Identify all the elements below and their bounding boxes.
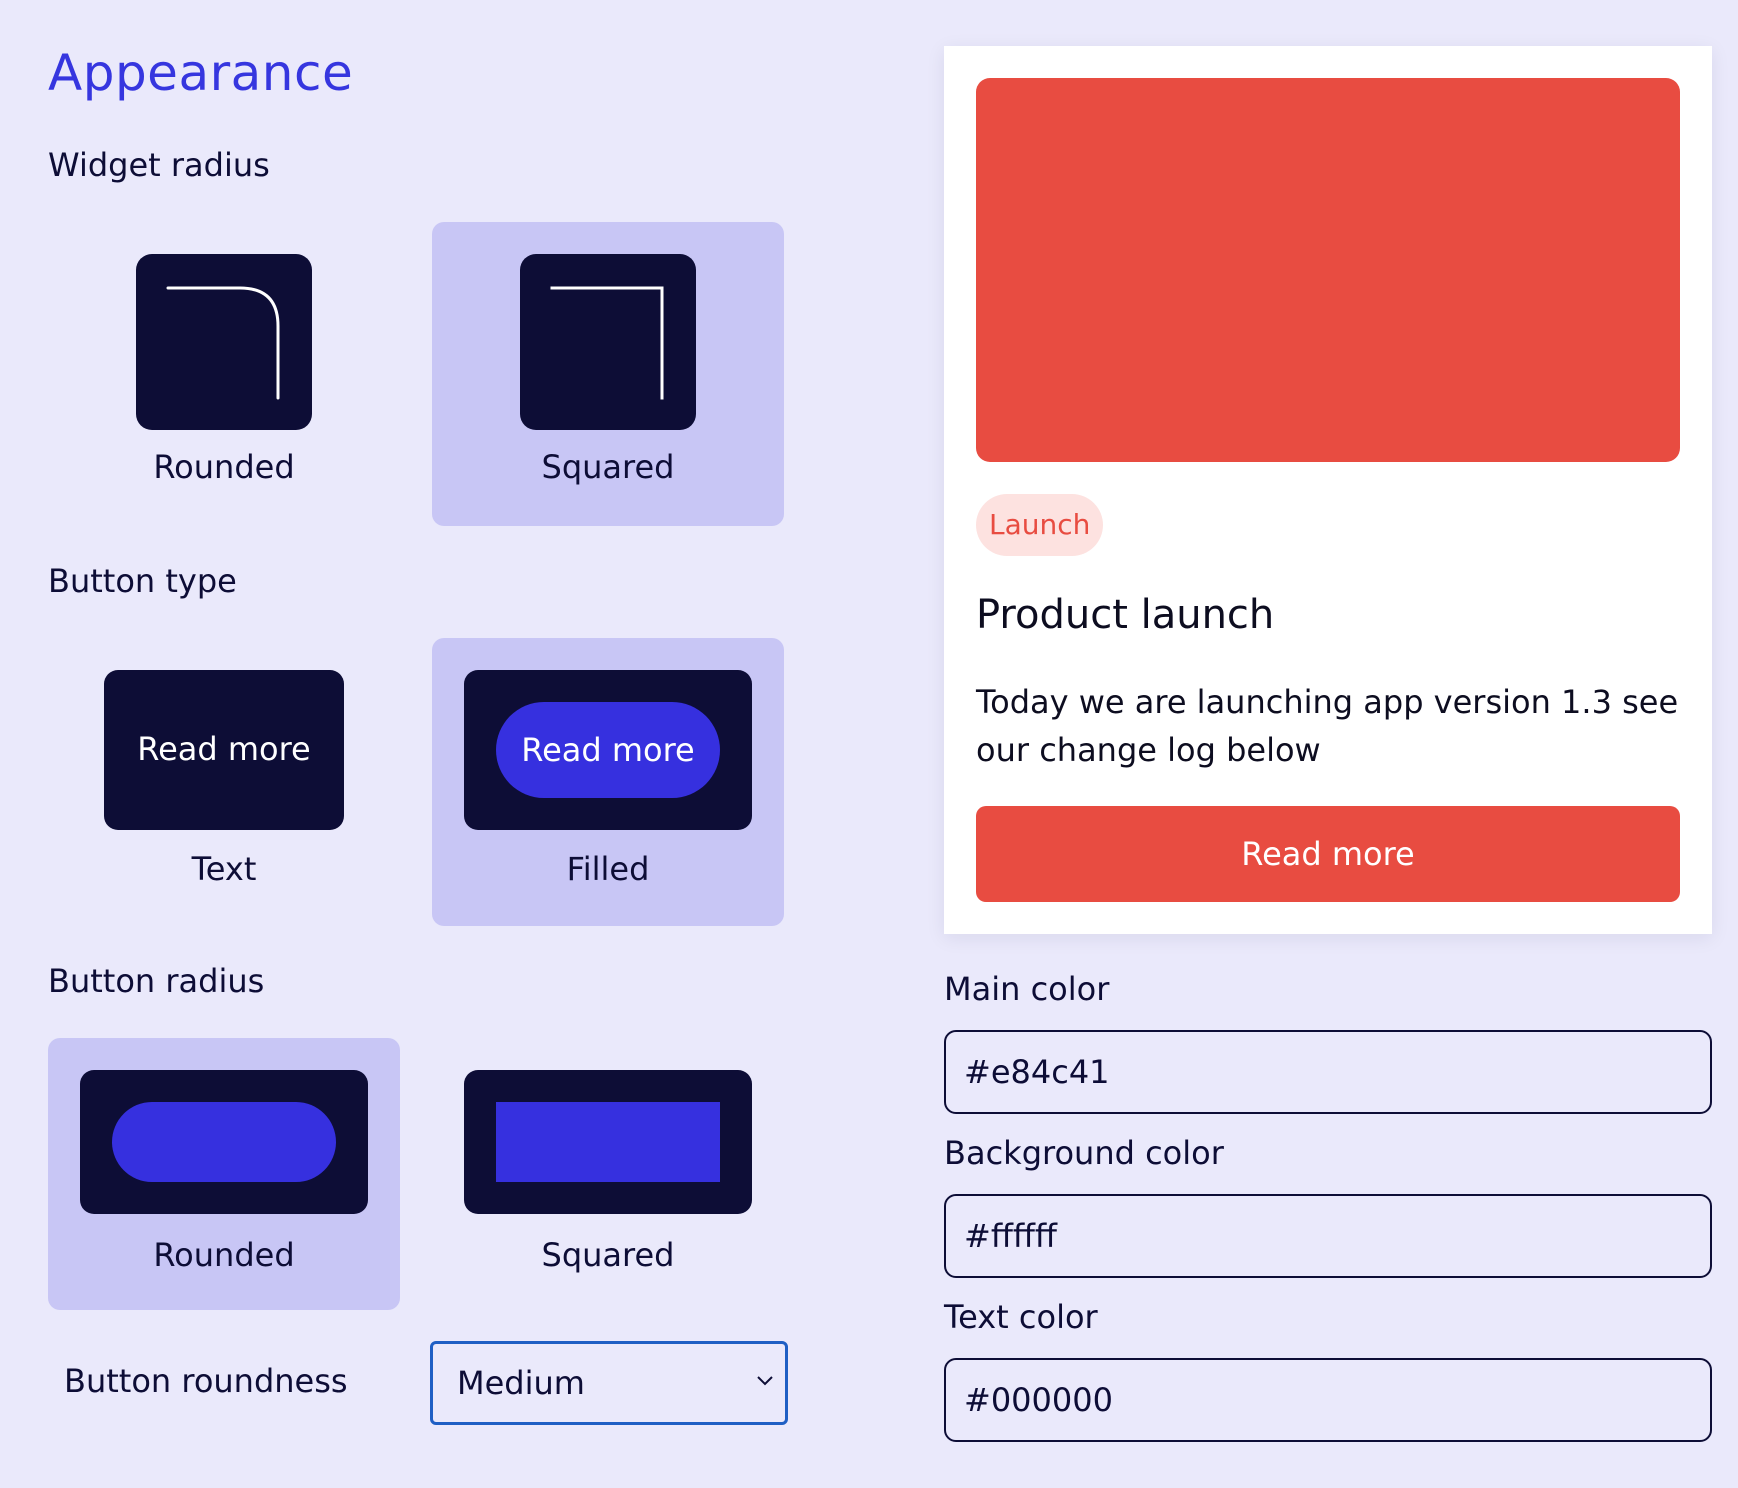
widget-rounded-preview	[136, 254, 312, 430]
text-color-label: Text color	[944, 1298, 1098, 1336]
preview-read-more-button[interactable]: Read more	[976, 806, 1680, 902]
button-type-label: Button type	[48, 562, 237, 600]
text-button-demo-label: Read more	[137, 730, 311, 768]
button-type-option-label: Filled	[566, 850, 650, 888]
background-color-input[interactable]: #ffffff	[944, 1194, 1712, 1278]
widget-radius-option-squared[interactable]: Squared	[432, 222, 784, 526]
button-type-option-filled[interactable]: Read more Filled	[432, 638, 784, 926]
main-color-input[interactable]: #e84c41	[944, 1030, 1712, 1114]
button-type-option-label: Text	[191, 850, 257, 888]
main-color-label: Main color	[944, 970, 1110, 1008]
rounded-shape	[112, 1102, 336, 1182]
button-radius-option-squared[interactable]: Squared	[432, 1038, 784, 1310]
widget-radius-option-rounded[interactable]: Rounded	[48, 222, 400, 526]
filled-button-preview: Read more	[464, 670, 752, 830]
squared-shape	[496, 1102, 720, 1182]
widget-radius-option-label: Rounded	[153, 448, 295, 486]
squared-corner-icon	[550, 286, 664, 400]
preview-card: Launch Product launch Today we are launc…	[944, 46, 1712, 934]
squared-button-preview	[464, 1070, 752, 1214]
button-roundness-select[interactable]: Medium	[430, 1341, 788, 1425]
preview-badge: Launch	[976, 494, 1104, 556]
rounded-corner-icon	[166, 286, 280, 400]
preview-title: Product launch	[976, 592, 1275, 638]
widget-squared-preview	[520, 254, 696, 430]
button-radius-option-label: Rounded	[153, 1236, 295, 1274]
preview-image	[976, 78, 1680, 462]
button-radius-label: Button radius	[48, 962, 265, 1000]
button-roundness-label: Button roundness	[64, 1362, 348, 1400]
widget-radius-label: Widget radius	[48, 146, 270, 184]
widget-radius-option-label: Squared	[541, 448, 675, 486]
filled-button-demo: Read more	[496, 702, 720, 798]
text-button-preview: Read more	[104, 670, 344, 830]
text-color-input[interactable]: #000000	[944, 1358, 1712, 1442]
chevron-down-icon	[757, 1376, 773, 1386]
rounded-button-preview	[80, 1070, 368, 1214]
page-title: Appearance	[48, 44, 354, 102]
button-roundness-value: Medium	[457, 1364, 585, 1402]
background-color-label: Background color	[944, 1134, 1224, 1172]
preview-body: Today we are launching app version 1.3 s…	[976, 683, 1679, 769]
button-radius-option-rounded[interactable]: Rounded	[48, 1038, 400, 1310]
button-type-option-text[interactable]: Read more Text	[48, 638, 400, 926]
button-radius-option-label: Squared	[541, 1236, 675, 1274]
